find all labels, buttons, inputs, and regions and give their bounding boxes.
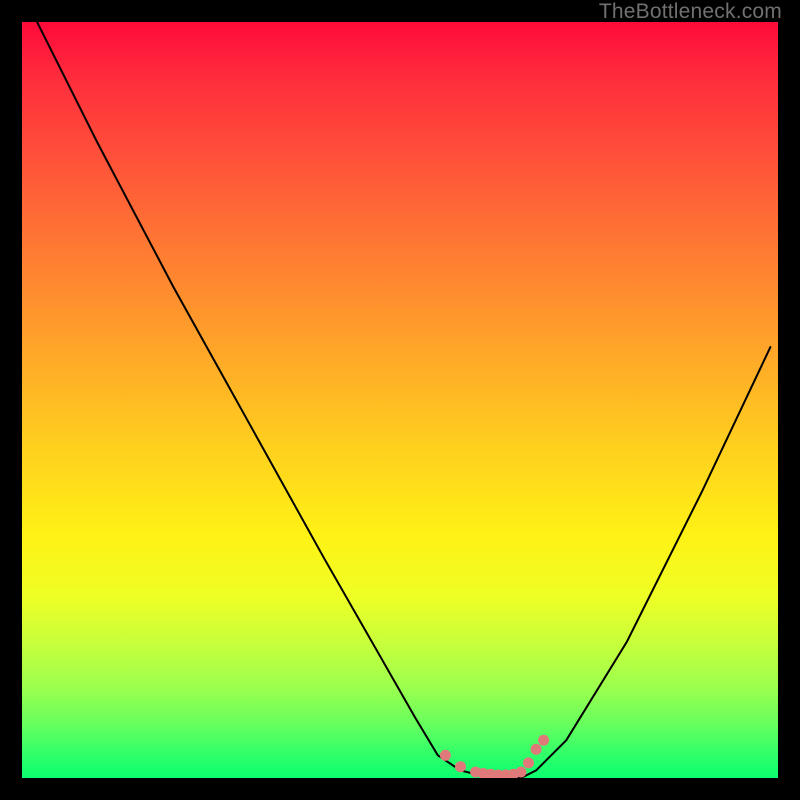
plot-area <box>22 22 778 778</box>
flat-zone-dot <box>531 744 542 755</box>
chart-svg <box>22 22 778 778</box>
flat-zone-dot <box>538 735 549 746</box>
flat-zone-dot <box>523 757 534 768</box>
chart-frame: TheBottleneck.com <box>0 0 800 800</box>
flat-zone-dot <box>440 750 451 761</box>
flat-zone-dot <box>516 767 527 778</box>
curve-line <box>37 22 770 778</box>
watermark-text: TheBottleneck.com <box>599 0 782 24</box>
flat-zone-dot <box>455 761 466 772</box>
